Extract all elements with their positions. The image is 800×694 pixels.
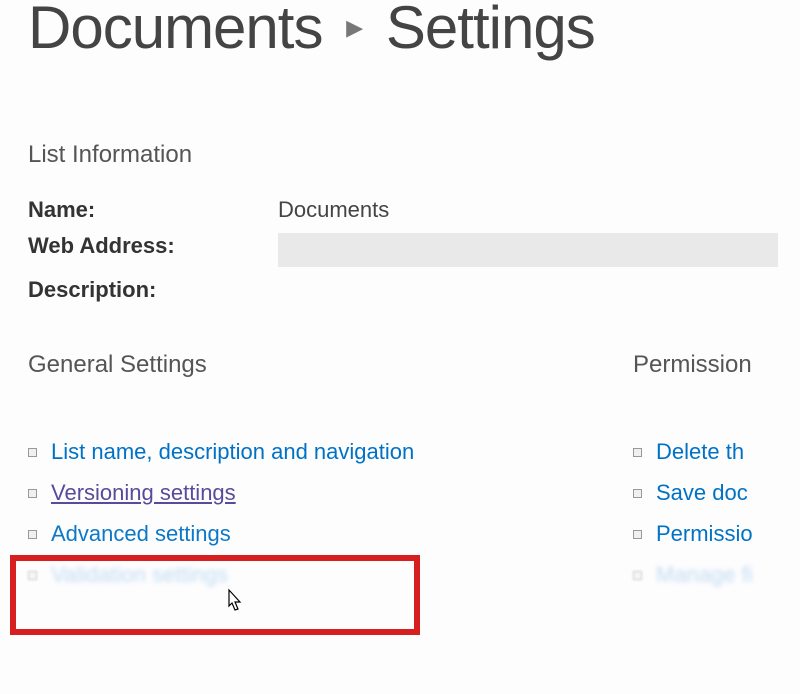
general-settings-column: General Settings List name, description … bbox=[28, 351, 633, 603]
list-item: Permissio bbox=[633, 521, 800, 547]
versioning-settings-link[interactable]: Versioning settings bbox=[51, 480, 236, 506]
description-row: Description: bbox=[28, 277, 800, 303]
bullet-icon bbox=[633, 448, 642, 457]
list-name-description-link[interactable]: List name, description and navigation bbox=[51, 439, 414, 465]
list-information-heading: List Information bbox=[28, 141, 800, 169]
settings-columns: General Settings List name, description … bbox=[0, 351, 800, 603]
bullet-icon bbox=[633, 489, 642, 498]
permissions-link[interactable]: Permissio bbox=[656, 521, 753, 547]
bullet-icon bbox=[633, 530, 642, 539]
name-row: Name: Documents bbox=[28, 197, 800, 223]
bullet-icon bbox=[633, 571, 642, 580]
settings-page: Documents ▸ Settings List Information Na… bbox=[0, 0, 800, 603]
list-information-section: List Information Name: Documents Web Add… bbox=[0, 141, 800, 303]
list-item: Versioning settings bbox=[28, 480, 633, 506]
permissions-column: Permission Delete th Save doc Permissio … bbox=[633, 351, 800, 603]
bullet-icon bbox=[28, 530, 37, 539]
list-item: Save doc bbox=[633, 480, 800, 506]
breadcrumb-settings: Settings bbox=[386, 0, 595, 61]
list-item: List name, description and navigation bbox=[28, 439, 633, 465]
name-value: Documents bbox=[278, 197, 389, 223]
list-item: Manage fi bbox=[633, 562, 800, 588]
bullet-icon bbox=[28, 489, 37, 498]
web-address-label: Web Address: bbox=[28, 233, 278, 267]
delete-link[interactable]: Delete th bbox=[656, 439, 744, 465]
bullet-icon bbox=[28, 571, 37, 580]
web-address-redacted bbox=[278, 233, 778, 267]
breadcrumb-separator-icon: ▸ bbox=[346, 9, 362, 46]
general-settings-link-list: List name, description and navigation Ve… bbox=[28, 439, 633, 588]
permissions-heading: Permission bbox=[633, 351, 800, 379]
breadcrumb-documents[interactable]: Documents bbox=[28, 0, 322, 61]
permissions-link-list: Delete th Save doc Permissio Manage fi bbox=[633, 439, 800, 588]
list-item: Advanced settings bbox=[28, 521, 633, 547]
list-item: Validation settings bbox=[28, 562, 633, 588]
advanced-settings-link[interactable]: Advanced settings bbox=[51, 521, 231, 547]
breadcrumb: Documents ▸ Settings bbox=[0, 0, 800, 61]
manage-link[interactable]: Manage fi bbox=[656, 562, 753, 588]
web-address-row: Web Address: bbox=[28, 233, 800, 267]
validation-settings-link[interactable]: Validation settings bbox=[51, 562, 228, 588]
save-doc-link[interactable]: Save doc bbox=[656, 480, 748, 506]
general-settings-heading: General Settings bbox=[28, 351, 633, 379]
list-item: Delete th bbox=[633, 439, 800, 465]
bullet-icon bbox=[28, 448, 37, 457]
name-label: Name: bbox=[28, 197, 278, 223]
description-label: Description: bbox=[28, 277, 278, 303]
